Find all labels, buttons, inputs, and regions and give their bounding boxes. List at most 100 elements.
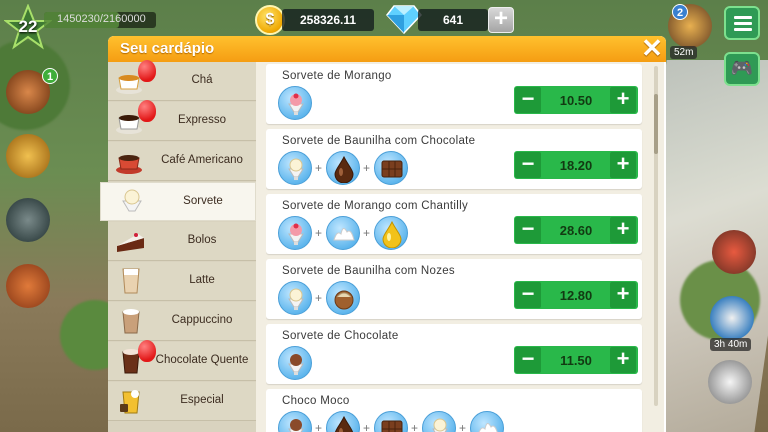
coin-balance: 258326.11 <box>282 9 374 31</box>
chocolate-drop-icon <box>326 151 360 185</box>
gift-box-icon[interactable] <box>6 264 50 308</box>
category-label: Café Americano <box>161 154 243 166</box>
soup-bowl-icon[interactable] <box>6 134 50 178</box>
scrollbar-thumb[interactable] <box>654 94 658 154</box>
ingredient-plus-sign: + <box>315 161 323 175</box>
vanilla-sundae-icon <box>278 281 312 315</box>
chocolate-sundae-icon <box>278 411 312 432</box>
order-cup-icon[interactable] <box>710 296 754 340</box>
strawberry-sundae-icon <box>278 216 312 250</box>
honey-drop-icon <box>374 216 408 250</box>
menu-line <box>734 16 752 19</box>
chocolate-bar-icon <box>374 151 408 185</box>
price-value: 10.50 <box>559 93 593 108</box>
main-menu-button[interactable] <box>724 6 760 40</box>
menu-item-row: Sorvete de Baunilha com Chocolate + + − 18.2… <box>266 129 642 189</box>
decrease-price-button[interactable]: − <box>515 347 541 373</box>
list-scrollbar[interactable] <box>654 66 658 406</box>
event-timer: 52m <box>670 46 698 59</box>
menu-line <box>734 22 752 25</box>
buy-currency-button[interactable]: + <box>488 7 514 33</box>
vanilla-sundae-icon <box>422 411 456 432</box>
category-label: Chá <box>191 74 213 86</box>
menu-item-name: Choco Moco <box>282 395 350 407</box>
menu-item-list[interactable]: Sorvete de Morango − 10.50 + Sorvete de Baun… <box>266 64 646 432</box>
whipped-cream-icon <box>326 216 360 250</box>
phone-icon[interactable] <box>6 198 50 242</box>
category-label: Bolos <box>187 234 217 246</box>
chocolate-drop-icon <box>326 411 360 432</box>
hazelnut-icon <box>326 281 360 315</box>
menu-item-row: Sorvete de Morango − 10.50 + <box>266 64 642 124</box>
close-button[interactable]: ✕ <box>641 35 663 61</box>
increase-price-button[interactable]: + <box>610 152 636 178</box>
special-drink-icon <box>114 386 148 416</box>
category-latte[interactable]: Latte <box>108 262 256 301</box>
ingredient-plus-sign: + <box>315 226 323 240</box>
panel-title: Seu cardápio <box>120 40 215 57</box>
notification-badge: 2 <box>672 4 688 20</box>
order-timer: 3h 40m <box>710 338 752 351</box>
gem-balance: 641 <box>418 9 488 31</box>
ingredient-plus-sign: + <box>363 226 371 240</box>
increase-price-button[interactable]: + <box>610 282 636 308</box>
increase-price-button[interactable]: + <box>610 347 636 373</box>
increase-price-button[interactable]: + <box>610 87 636 113</box>
category-caf-americano[interactable]: Café Americano <box>108 142 256 181</box>
price-control: − 12.80 + <box>514 281 638 309</box>
price-control: − 28.60 + <box>514 216 638 244</box>
decrease-price-button[interactable]: − <box>515 152 541 178</box>
price-control: − 18.20 + <box>514 151 638 179</box>
menu-item-row: Choco Moco + + + + <box>266 389 642 432</box>
gamepad-icon[interactable]: 🎮 <box>724 52 760 86</box>
ingredient-plus-sign: + <box>363 421 371 432</box>
menu-line <box>734 28 752 31</box>
category-label: Chocolate Quente <box>155 354 249 366</box>
ice-cream-icon <box>115 187 149 217</box>
category-cappuccino[interactable]: Cappuccino <box>108 302 256 341</box>
vanilla-sundae-icon <box>278 151 312 185</box>
latte-glass-icon <box>114 266 148 296</box>
menu-item-name: Sorvete de Chocolate <box>282 330 399 342</box>
ingredient-plus-sign: + <box>411 421 419 432</box>
category-sorvete[interactable]: Sorvete <box>100 182 256 221</box>
panel-header: Seu cardápio ✕ <box>108 35 666 62</box>
menu-item-name: Sorvete de Baunilha com Chocolate <box>282 135 476 147</box>
category-label: Especial <box>180 394 224 406</box>
decrease-price-button[interactable]: − <box>515 217 541 243</box>
cash-register-icon[interactable] <box>708 360 752 404</box>
menu-item-name: Sorvete de Morango com Chantilly <box>282 200 469 212</box>
decrease-price-button[interactable]: − <box>515 282 541 308</box>
category-expresso[interactable]: Expresso <box>108 100 256 141</box>
category-label: Sorvete <box>183 195 223 207</box>
map-pin-icon[interactable] <box>712 230 756 274</box>
category-bolos[interactable]: Bolos <box>108 222 256 261</box>
strawberry-sundae-icon <box>278 86 312 120</box>
category-label: Expresso <box>178 114 226 126</box>
category-especial[interactable]: Especial <box>108 382 256 421</box>
category-label: Latte <box>189 274 215 286</box>
chocolate-bar-icon <box>374 411 408 432</box>
category-label: Cappuccino <box>171 314 233 326</box>
price-value: 11.50 <box>560 353 592 368</box>
menu-item-row: Sorvete de Morango com Chantilly + + − 28.60… <box>266 194 642 254</box>
cake-slice-icon <box>114 226 148 256</box>
category-chocolate-quente[interactable]: Chocolate Quente <box>108 340 256 381</box>
coin-icon: $ <box>255 5 285 35</box>
price-control: − 10.50 + <box>514 86 638 114</box>
menu-item-name: Sorvete de Baunilha com Nozes <box>282 265 455 277</box>
recipe-book-badge: 1 <box>42 68 58 84</box>
decrease-price-button[interactable]: − <box>515 87 541 113</box>
category-sidebar: Chá Expresso Café Americano Sorvete Bolos Lat… <box>100 60 256 432</box>
increase-price-button[interactable]: + <box>610 217 636 243</box>
price-control: − 11.50 + <box>514 346 638 374</box>
cappuccino-glass-icon <box>114 306 148 336</box>
xp-text: 1450230/2160000 <box>57 13 146 25</box>
menu-item-row: Sorvete de Chocolate − 11.50 + <box>266 324 642 384</box>
menu-item-name: Sorvete de Morango <box>282 70 392 82</box>
menu-item-row: Sorvete de Baunilha com Nozes + − 12.80 + <box>266 259 642 319</box>
price-value: 12.80 <box>559 288 593 303</box>
ingredient-plus-sign: + <box>315 291 323 305</box>
whipped-cream-icon <box>470 411 504 432</box>
category-ch-[interactable]: Chá <box>108 60 256 101</box>
